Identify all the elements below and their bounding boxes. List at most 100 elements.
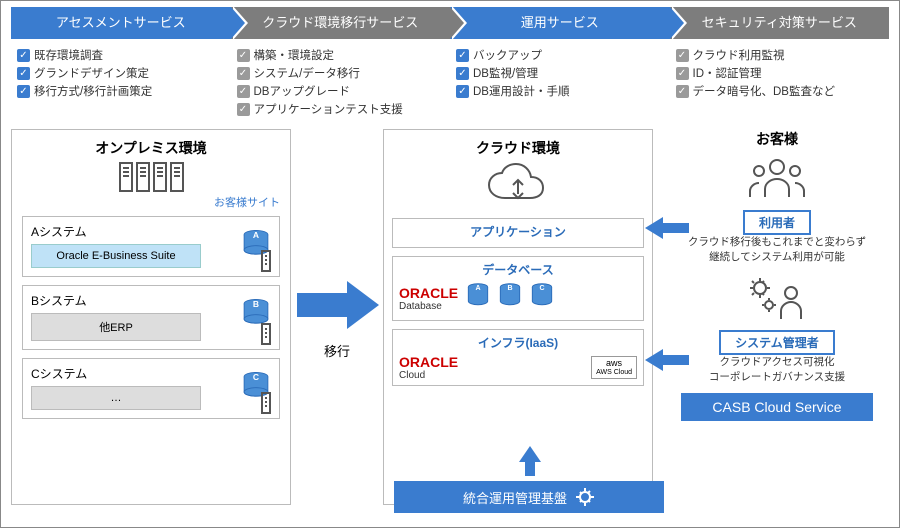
check-item: ✓データ暗号化、DB監査など: [676, 83, 884, 101]
user-role-badge: 利用者: [743, 210, 811, 235]
arrow-up-icon: [517, 446, 543, 481]
svg-text:C: C: [253, 372, 259, 382]
admin-role-badge: システム管理者: [719, 330, 835, 355]
svg-text:B: B: [508, 285, 513, 292]
check-icon: ✓: [456, 85, 469, 98]
user-role-desc: 継続してシステム利用が可能: [681, 250, 873, 265]
oracle-database-label: Database: [399, 301, 458, 312]
step-operation: 運用サービス: [450, 7, 670, 39]
server-icon: [261, 250, 271, 272]
check-text: システム/データ移行: [254, 65, 360, 83]
check-text: DB監視/管理: [473, 65, 538, 83]
step-migration: クラウド環境移行サービス: [231, 7, 451, 39]
customer-site-label: お客様サイト: [22, 194, 280, 210]
oracle-brand: ORACLE: [399, 354, 458, 370]
user-role-desc: クラウド移行後もこれまでと変わらず: [681, 235, 873, 250]
step-label: 運用サービス: [521, 15, 599, 30]
svg-text:A: A: [476, 285, 481, 292]
arrow-left-icon: [645, 215, 689, 241]
architecture-diagram: オンプレミス環境 お客様サイト Aシステム Oracle E-Business …: [1, 123, 899, 511]
database-layer: データベース ORACLE Database A B C: [392, 256, 644, 321]
checklist-row: ✓ 既存環境調査 ✓ グランドデザイン策定 ✓ 移行方式/移行計画策定 ✓ 構築・環境設…: [1, 39, 899, 123]
check-icon: ✓: [237, 67, 250, 80]
admin-role-desc: クラウドアクセス可視化: [681, 355, 873, 370]
checklist-operation: ✓ バックアップ ✓ DB監視/管理 ✓ DB運用設計・手順: [450, 47, 670, 119]
system-c-box: Cシステム … C: [22, 358, 280, 419]
system-inner-label: 他ERP: [31, 313, 201, 341]
check-item: ✓ グランドデザイン策定: [17, 65, 225, 83]
check-icon: ✓: [456, 67, 469, 80]
cloud-title: クラウド環境: [392, 138, 644, 158]
step-assessment: アセスメントサービス: [11, 7, 231, 39]
svg-text:C: C: [540, 285, 545, 292]
system-inner-label: …: [31, 386, 201, 410]
layer-title: アプリケーション: [399, 223, 637, 240]
check-item: ✓ DB監視/管理: [456, 65, 664, 83]
check-item: ✓ ID・認証管理: [676, 65, 884, 83]
oracle-cloud-label: Cloud: [399, 370, 458, 381]
svg-text:A: A: [253, 230, 259, 240]
layer-title: インフラ(IaaS): [399, 334, 637, 351]
check-text: ID・認証管理: [693, 65, 762, 83]
check-icon: ✓: [676, 67, 689, 80]
check-item: ✓ システム/データ移行: [237, 65, 445, 83]
app-layer: アプリケーション: [392, 218, 644, 248]
check-icon: ✓: [237, 49, 250, 62]
check-icon: ✓: [456, 49, 469, 62]
check-icon: ✓: [17, 49, 30, 62]
server-icon: [261, 323, 271, 345]
check-item: ✓ DBアップグレード: [237, 83, 445, 101]
system-a-box: Aシステム Oracle E-Business Suite A: [22, 216, 280, 277]
check-icon: ✓: [17, 85, 30, 98]
system-name: Cシステム: [31, 365, 271, 382]
checklist-migration: ✓ 構築・環境設定 ✓ システム/データ移行 ✓ DBアップグレード ✓ アプリケーショ…: [231, 47, 451, 119]
check-item: ✓ 既存環境調査: [17, 47, 225, 65]
check-item: ✓ 移行方式/移行計画策定: [17, 83, 225, 101]
server-icon: [261, 392, 271, 414]
onprem-title: オンプレミス環境: [22, 138, 280, 158]
check-text: グランドデザイン策定: [34, 65, 149, 83]
check-text: クラウド利用監視: [693, 47, 785, 65]
check-item: ✓ 構築・環境設定: [237, 47, 445, 65]
service-stepper: アセスメントサービス クラウド環境移行サービス 運用サービス セキュリティ対策サ…: [1, 1, 899, 39]
check-text: 移行方式/移行計画策定: [34, 83, 152, 101]
users-icon: [745, 155, 809, 201]
arrow-left-icon: [645, 347, 689, 373]
step-label: セキュリティ対策サービス: [702, 15, 857, 30]
check-item: ✓ バックアップ: [456, 47, 664, 65]
check-icon: ✓: [237, 103, 250, 116]
integrated-ops-bar: 統合運用管理基盤: [394, 481, 664, 513]
check-text: 既存環境調査: [34, 47, 103, 65]
check-icon: ✓: [17, 67, 30, 80]
check-text: データ暗号化、DB監査など: [693, 83, 835, 101]
migrate-arrow-block: 移行: [291, 129, 383, 505]
system-name: Aシステム: [31, 223, 271, 240]
check-text: DB運用設計・手順: [473, 83, 569, 101]
step-label: クラウド環境移行サービス: [262, 15, 418, 30]
checklist-assessment: ✓ 既存環境調査 ✓ グランドデザイン策定 ✓ 移行方式/移行計画策定: [11, 47, 231, 119]
cloud-icon: [392, 162, 644, 210]
check-text: DBアップグレード: [254, 83, 350, 101]
check-item: ✓ DB運用設計・手順: [456, 83, 664, 101]
check-text: 構築・環境設定: [254, 47, 335, 65]
svg-text:B: B: [253, 299, 259, 309]
ops-bar-label: 統合運用管理基盤: [463, 488, 567, 507]
check-icon: ✓: [237, 85, 250, 98]
aws-top: aws: [606, 358, 622, 368]
migrate-label: 移行: [324, 341, 350, 360]
admin-gears-icon: [745, 275, 809, 321]
check-text: バックアップ: [473, 47, 542, 65]
system-inner-label: Oracle E-Business Suite: [31, 244, 201, 268]
gear-icon: [575, 487, 595, 507]
aws-bottom: AWS Cloud: [596, 369, 632, 377]
step-security: セキュリティ対策サービス: [670, 7, 890, 39]
onpremises-column: オンプレミス環境 お客様サイト Aシステム Oracle E-Business …: [11, 129, 291, 505]
customer-column: お客様 利用者 クラウド移行後もこれまでと変わらず 継続してシステム利用が可能 …: [653, 129, 873, 505]
aws-cloud-badge: aws AWS Cloud: [591, 356, 637, 380]
system-b-box: Bシステム 他ERP B: [22, 285, 280, 350]
admin-role-desc: コーポレートガバナンス支援: [681, 370, 873, 385]
layer-title: データベース: [399, 261, 637, 278]
admin-role-block: システム管理者 クラウドアクセス可視化 コーポレートガバナンス支援: [681, 275, 873, 385]
arrow-right-icon: [293, 275, 381, 335]
check-text: アプリケーションテスト支援: [254, 101, 403, 119]
